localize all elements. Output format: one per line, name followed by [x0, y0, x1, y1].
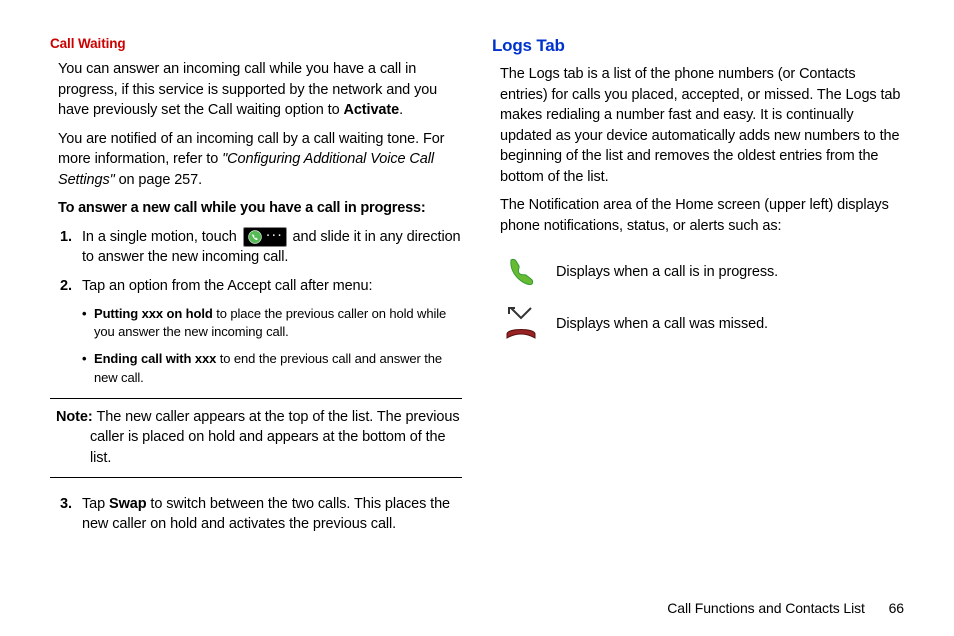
step-1: 1. In a single motion, touch • • • and s…	[82, 227, 462, 268]
text: .	[399, 102, 403, 118]
note-text: Note: The new caller appears at the top …	[50, 407, 462, 469]
status-text: Displays when a call was missed.	[556, 316, 768, 332]
text-bold: Ending call with xxx	[94, 351, 216, 366]
step-number: 1.	[60, 227, 72, 248]
text: In a single motion, touch	[82, 229, 241, 245]
step-number: 2.	[60, 276, 72, 297]
missed-call-icon	[500, 303, 542, 345]
subheading: To answer a new call while you have a ca…	[50, 198, 462, 218]
note-label: Note:	[56, 409, 96, 425]
text-bold: Activate	[343, 102, 399, 118]
text: Tap	[82, 496, 109, 512]
paragraph: You are notified of an incoming call by …	[50, 129, 462, 191]
text: Tap an option from the Accept call after…	[82, 278, 372, 294]
status-text: Displays when a call is in progress.	[556, 264, 778, 280]
step-3: 3. Tap Swap to switch between the two ca…	[82, 494, 462, 535]
status-row-call-in-progress: Displays when a call is in progress.	[492, 251, 904, 293]
step-2: 2. Tap an option from the Accept call af…	[82, 276, 462, 297]
bullet-item: Putting xxx on hold to place the previou…	[94, 305, 462, 343]
text-bold: Putting xxx on hold	[94, 306, 213, 321]
page-number: 66	[889, 600, 904, 616]
answer-call-icon: • • •	[243, 227, 287, 247]
note-block: Note: The new caller appears at the top …	[50, 398, 462, 478]
text: on page 257.	[115, 172, 202, 188]
paragraph: The Logs tab is a list of the phone numb…	[492, 64, 904, 187]
heading-call-waiting: Call Waiting	[50, 36, 462, 51]
page-footer: Call Functions and Contacts List 66	[667, 600, 904, 616]
bullet-item: Ending call with xxx to end the previous…	[94, 350, 462, 388]
step-number: 3.	[60, 494, 72, 515]
call-in-progress-icon	[500, 251, 542, 293]
paragraph: The Notification area of the Home screen…	[492, 195, 904, 236]
footer-section: Call Functions and Contacts List	[667, 600, 865, 616]
heading-logs-tab: Logs Tab	[492, 36, 904, 56]
text: The new caller appears at the top of the…	[90, 409, 459, 466]
paragraph: You can answer an incoming call while yo…	[50, 59, 462, 121]
text-bold: Swap	[109, 496, 146, 512]
status-row-call-missed: Displays when a call was missed.	[492, 303, 904, 345]
